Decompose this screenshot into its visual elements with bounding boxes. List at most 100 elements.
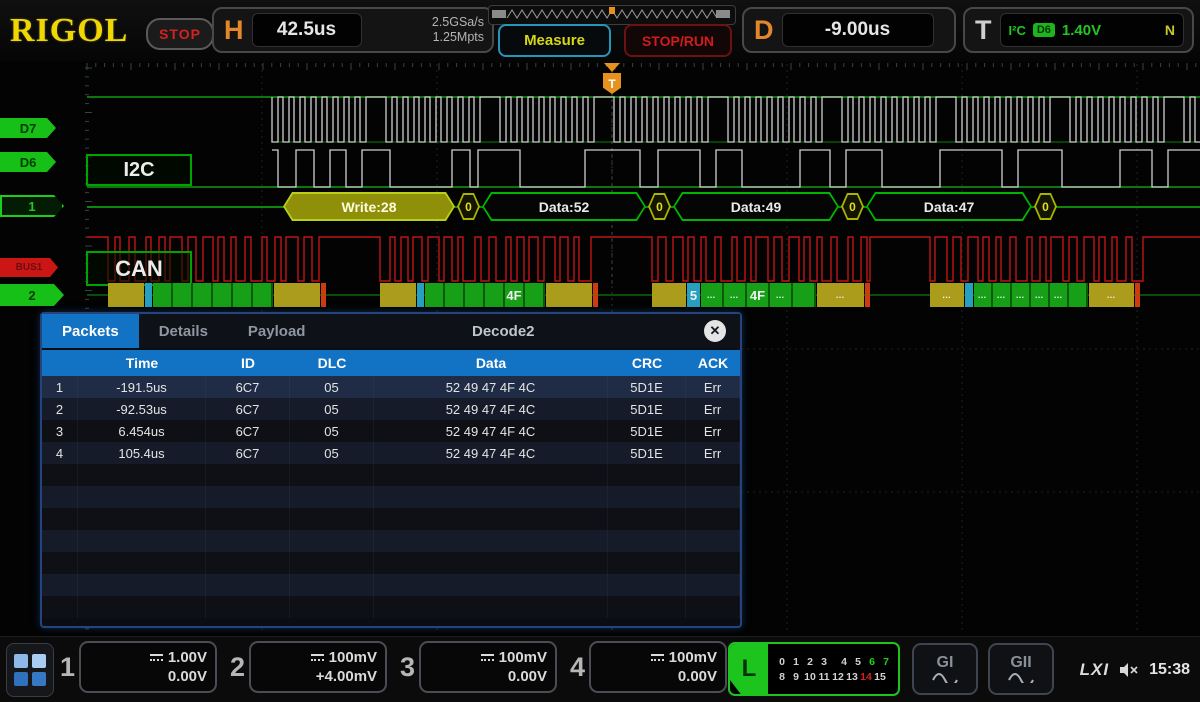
stop-run-button[interactable]: STOP/RUN xyxy=(624,24,732,57)
gen2-button[interactable]: GII xyxy=(988,643,1054,695)
can-segment-dat xyxy=(793,283,816,307)
table-row[interactable]: 4105.4us6C70552 49 47 4F 4C5D1EErr xyxy=(42,442,740,464)
can-segment-sof xyxy=(417,283,424,307)
col-header-CRC: CRC xyxy=(608,350,686,376)
trigger-settings[interactable]: T I²C D6 1.40V N xyxy=(963,7,1194,53)
i2c-segment-0: 0 xyxy=(1034,193,1057,220)
gen1-button[interactable]: GI xyxy=(912,643,978,695)
dc-coupling-icon xyxy=(481,654,494,661)
i2c-segment-Data:47: Data:47 xyxy=(866,192,1032,221)
table-cell: 52 49 47 4F 4C xyxy=(374,442,608,464)
can-segment-dat xyxy=(253,283,273,307)
tab-payload[interactable]: Payload xyxy=(228,314,326,348)
table-cell xyxy=(78,486,206,508)
bus1-marker[interactable]: 1 xyxy=(0,195,64,217)
i2c-segment-Data:49: Data:49 xyxy=(673,192,839,221)
table-cell xyxy=(206,530,290,552)
can-segment-dat xyxy=(525,283,545,307)
table-cell: 05 xyxy=(290,442,374,464)
channel-1-widget[interactable]: 1 1.00V 0.00V xyxy=(60,641,217,693)
bus2-marker[interactable]: 2 xyxy=(0,284,64,306)
table-cell xyxy=(608,552,686,574)
logic-digit: 12 xyxy=(831,671,845,683)
can-source-tag[interactable]: BUS1 xyxy=(0,258,58,277)
table-cell xyxy=(686,552,740,574)
table-cell: 6C7 xyxy=(206,442,290,464)
can-segment-err xyxy=(321,283,326,307)
trigger-mode: N xyxy=(1165,22,1175,38)
can-segment-dat: … xyxy=(1031,283,1050,307)
close-icon[interactable]: ✕ xyxy=(704,320,726,342)
table-cell: 3 xyxy=(42,420,78,442)
table-row[interactable]: 2-92.53us6C70552 49 47 4F 4C5D1EErr xyxy=(42,398,740,420)
table-cell xyxy=(374,486,608,508)
col-header-DLC: DLC xyxy=(290,350,374,376)
table-cell xyxy=(206,596,290,618)
table-header-row: TimeIDDLCDataCRCACK xyxy=(42,350,740,376)
table-cell: 52 49 47 4F 4C xyxy=(374,398,608,420)
logic-channels-button[interactable]: L 01234567 89101112131415 xyxy=(728,642,900,696)
table-cell: Err xyxy=(686,398,740,420)
channel-scale: 100mV xyxy=(499,648,547,667)
can-segment-dat xyxy=(153,283,173,307)
logic-digit: 1 xyxy=(789,656,803,668)
table-cell: 5D1E xyxy=(608,420,686,442)
can-segment-err xyxy=(865,283,870,307)
logic-digit: 2 xyxy=(803,656,817,668)
col-header-ID: ID xyxy=(206,350,290,376)
table-row[interactable]: 36.454us6C70552 49 47 4F 4C5D1EErr xyxy=(42,420,740,442)
i2c-segment-0: 0 xyxy=(457,193,480,220)
table-cell: Err xyxy=(686,442,740,464)
can-segment-id xyxy=(108,283,144,307)
table-row[interactable]: 1-191.5us6C70552 49 47 4F 4C5D1EErr xyxy=(42,376,740,398)
table-cell xyxy=(686,508,740,530)
sample-rate: 2.5GSa/s xyxy=(432,15,484,29)
table-cell xyxy=(42,508,78,530)
panel-tab-bar: Packets Details Payload Decode2 ✕ xyxy=(42,314,740,348)
table-cell: Err xyxy=(686,420,740,442)
i2c-bus-label: I2C xyxy=(86,154,192,186)
can-segment-id xyxy=(380,283,416,307)
channel-3-widget[interactable]: 3 100mV 0.00V xyxy=(400,641,557,693)
table-cell xyxy=(42,530,78,552)
can-segment-dat: … xyxy=(974,283,993,307)
can-segment-dat xyxy=(485,283,505,307)
table-cell: 5D1E xyxy=(608,442,686,464)
can-segment-dat xyxy=(233,283,253,307)
table-cell xyxy=(290,596,374,618)
table-cell xyxy=(374,508,608,530)
delay-settings[interactable]: D -9.00us xyxy=(742,7,956,53)
trigger-type-icon: I²C xyxy=(1009,23,1026,38)
channel-tag-d7[interactable]: D7 xyxy=(0,118,56,138)
tab-details[interactable]: Details xyxy=(139,314,228,348)
delay-value: -9.00us xyxy=(782,13,934,47)
waveform-overview-strip[interactable] xyxy=(488,5,736,25)
table-cell xyxy=(608,486,686,508)
logic-digit: 15 xyxy=(873,671,887,683)
can-segment-crc xyxy=(274,283,320,307)
table-cell xyxy=(608,508,686,530)
table-cell xyxy=(290,464,374,486)
channel-tag-d6[interactable]: D6 xyxy=(0,152,56,172)
measure-button[interactable]: Measure xyxy=(498,24,611,57)
can-segment-crc: … xyxy=(817,283,864,307)
speaker-muted-icon[interactable] xyxy=(1119,662,1139,678)
horizontal-settings[interactable]: H 42.5us 2.5GSa/s 1.25Mpts xyxy=(212,7,494,53)
logic-digit: 13 xyxy=(845,671,859,683)
trigger-position-icon[interactable] xyxy=(604,63,620,72)
channel-offset: 0.00V xyxy=(168,667,207,686)
channel-offset: +4.00mV xyxy=(316,667,377,686)
i2c-segment-0: 0 xyxy=(648,193,671,220)
logic-digit: 6 xyxy=(865,656,879,668)
table-cell xyxy=(78,464,206,486)
menu-grid-button[interactable] xyxy=(6,643,54,697)
col-header-Time: Time xyxy=(78,350,206,376)
table-cell: 05 xyxy=(290,376,374,398)
logic-digit: 7 xyxy=(879,656,893,668)
channel-4-widget[interactable]: 4 100mV 0.00V xyxy=(570,641,727,693)
table-cell: Err xyxy=(686,376,740,398)
table-cell xyxy=(608,574,686,596)
channel-offset: 0.00V xyxy=(508,667,547,686)
tab-packets[interactable]: Packets xyxy=(42,314,139,348)
channel-2-widget[interactable]: 2 100mV +4.00mV xyxy=(230,641,387,693)
